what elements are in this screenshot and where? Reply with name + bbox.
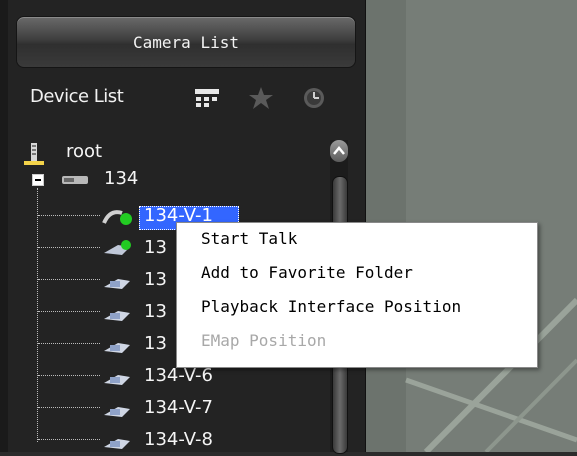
tree-channel[interactable]: 13: [100, 301, 170, 327]
menu-item-add-to-favorite[interactable]: Add to Favorite Folder: [201, 259, 413, 287]
tree-root-label: root: [66, 141, 103, 162]
tree-channel[interactable]: 134-V-6: [100, 365, 250, 391]
menu-item-playback-position[interactable]: Playback Interface Position: [201, 293, 461, 321]
tree-channel-label: 13: [144, 333, 167, 354]
tree-channel-label: 13: [144, 269, 167, 290]
camera-icon: [104, 343, 130, 353]
tree-channel-label: 13: [144, 237, 167, 258]
tree-device-label: 134: [104, 168, 139, 189]
scroll-up-button[interactable]: [330, 140, 348, 162]
tree-channel-label: 134-V-6: [144, 365, 214, 386]
tree-channel[interactable]: 134-V-8: [100, 429, 250, 455]
tree-guide: [38, 279, 100, 280]
menu-item-emap-position: EMap Position: [201, 331, 327, 350]
tree-guide: [38, 311, 100, 312]
camera-icon: [104, 407, 130, 417]
tree-channel[interactable]: 13: [100, 333, 170, 359]
ptz-camera-icon: [102, 210, 132, 225]
tree-channel-label: 134-V-7: [144, 397, 214, 418]
star-icon[interactable]: [248, 86, 274, 110]
grid-view-icon[interactable]: [194, 86, 220, 110]
device-list-header: Device List: [16, 80, 354, 116]
tree-channel[interactable]: 134-V-7: [100, 397, 250, 423]
camera-icon: [104, 375, 130, 385]
collapse-toggle[interactable]: [32, 174, 44, 186]
tree-channel[interactable]: 13: [100, 237, 170, 263]
camera-icon: [104, 279, 130, 289]
device-list-label: Device List: [30, 86, 124, 107]
camera-icon: [104, 240, 131, 255]
tree-channel-label: 13: [144, 301, 167, 322]
tree-guide: [38, 407, 100, 408]
camera-list-button[interactable]: Camera List: [16, 16, 356, 68]
tree-guide: [38, 343, 100, 344]
tree-guide: [37, 188, 38, 442]
server-icon: [24, 143, 44, 165]
camera-list-label: Camera List: [133, 32, 239, 52]
tree-guide: [38, 247, 100, 248]
context-menu: Start Talk Add to Favorite Folder Playba…: [176, 222, 538, 368]
history-clock-icon[interactable]: [301, 86, 327, 110]
camera-icon: [104, 311, 130, 321]
tree-device[interactable]: 134: [32, 168, 192, 194]
tree-guide: [38, 215, 100, 216]
panel-edge: [0, 0, 8, 452]
menu-item-start-talk[interactable]: Start Talk: [201, 225, 297, 253]
tree-channel[interactable]: 13: [100, 269, 170, 295]
dvr-icon: [62, 176, 88, 184]
tree-guide: [38, 439, 100, 440]
tree-channel-label: 134-V-8: [144, 429, 214, 450]
tree-guide: [38, 375, 100, 376]
chevron-up-icon: [333, 146, 345, 155]
camera-icon: [104, 439, 130, 449]
